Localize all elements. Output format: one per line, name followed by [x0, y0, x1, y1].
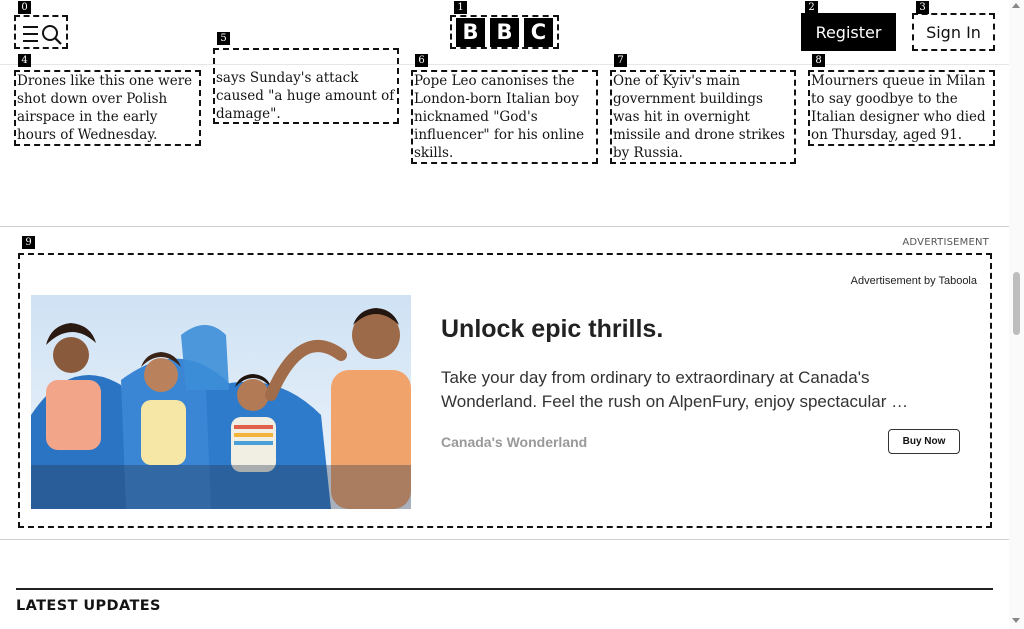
scroll-up-arrow-icon[interactable] [1012, 3, 1020, 8]
story-link-pope-leo[interactable]: Pope Leo canonises the London-born Itali… [411, 70, 598, 164]
marker-1: 1 [454, 1, 467, 14]
ad-bottom-divider [0, 539, 1009, 540]
menu-search-icon [23, 25, 62, 45]
story-link-drones[interactable]: Drones like this one were shot down over… [14, 70, 201, 146]
marker-5: 5 [217, 32, 230, 45]
register-button[interactable]: Register [801, 13, 896, 51]
marker-9: 9 [22, 236, 35, 249]
marker-0: 0 [18, 1, 31, 14]
story-link-kyiv[interactable]: One of Kyiv's main government buildings … [610, 70, 796, 164]
page-scrollbar[interactable] [1009, 0, 1024, 629]
menu-search-button[interactable] [14, 15, 68, 49]
sign-in-button[interactable]: Sign In [912, 13, 995, 51]
marker-6: 6 [415, 54, 428, 67]
ad-brand[interactable]: Canada's Wonderland [441, 434, 587, 450]
ad-image-rollercoaster-riders[interactable] [31, 295, 411, 509]
scrollbar-thumb[interactable] [1013, 272, 1020, 335]
latest-updates-heading: LATEST UPDATES [16, 598, 161, 614]
header-divider [0, 64, 1009, 65]
logo-letter: C [524, 17, 553, 47]
ad-attribution[interactable]: Advertisement by Taboola [851, 275, 977, 287]
marker-8: 8 [812, 54, 825, 67]
ad-title[interactable]: Unlock epic thrills. [441, 315, 663, 344]
advertisement-label: ADVERTISEMENT [902, 237, 989, 248]
latest-updates-rule [16, 588, 993, 590]
marker-7: 7 [614, 54, 627, 67]
marker-4: 4 [18, 54, 31, 67]
taboola-ad[interactable]: Advertisement by Taboola Unlock epic thr… [18, 253, 992, 528]
bbc-logo[interactable]: B B C [450, 15, 559, 49]
logo-letter: B [456, 17, 485, 47]
ad-top-divider [0, 226, 1009, 227]
logo-letter: B [490, 17, 519, 47]
story-link-milan[interactable]: Mourners queue in Milan to say goodbye t… [808, 70, 995, 146]
marker-2: 2 [805, 1, 818, 14]
marker-3: 3 [916, 1, 929, 14]
ad-description[interactable]: Take your day from ordinary to extraordi… [441, 366, 951, 414]
scroll-down-arrow-icon[interactable] [1012, 618, 1020, 623]
buy-now-button[interactable]: Buy Now [888, 429, 960, 454]
story-link-attack[interactable]: says Sunday's attack caused "a huge amou… [213, 48, 399, 124]
